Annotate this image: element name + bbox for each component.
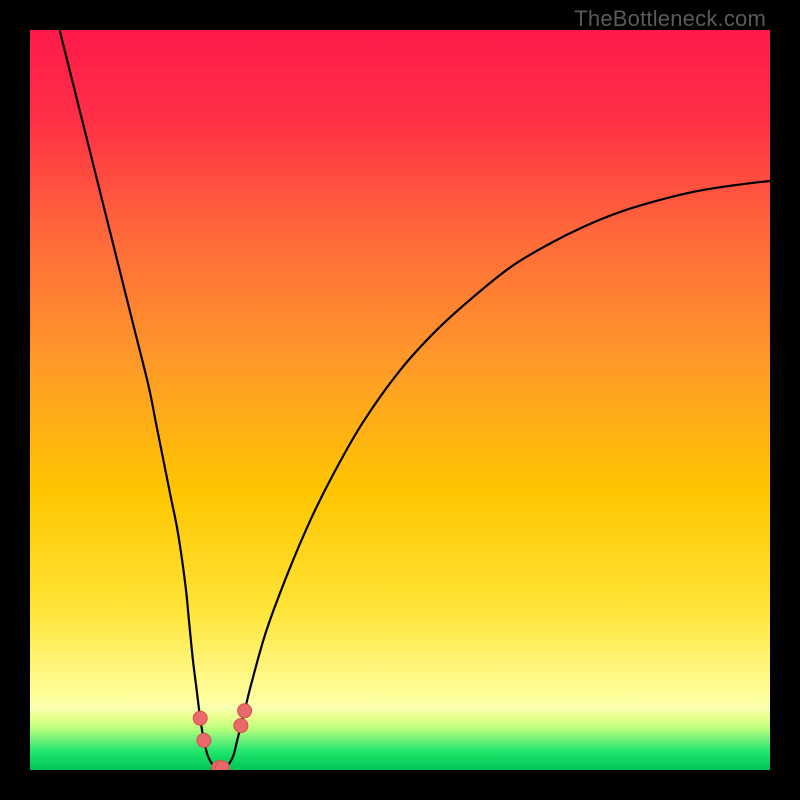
watermark-text: TheBottleneck.com: [574, 6, 766, 32]
curve-marker: [238, 704, 252, 718]
plot-area: [30, 30, 770, 770]
curve-marker: [215, 761, 229, 770]
curve-marker: [234, 719, 248, 733]
curve-marker: [193, 711, 207, 725]
curve-path: [60, 30, 770, 768]
bottleneck-curve: [30, 30, 770, 770]
curve-marker: [197, 733, 211, 747]
